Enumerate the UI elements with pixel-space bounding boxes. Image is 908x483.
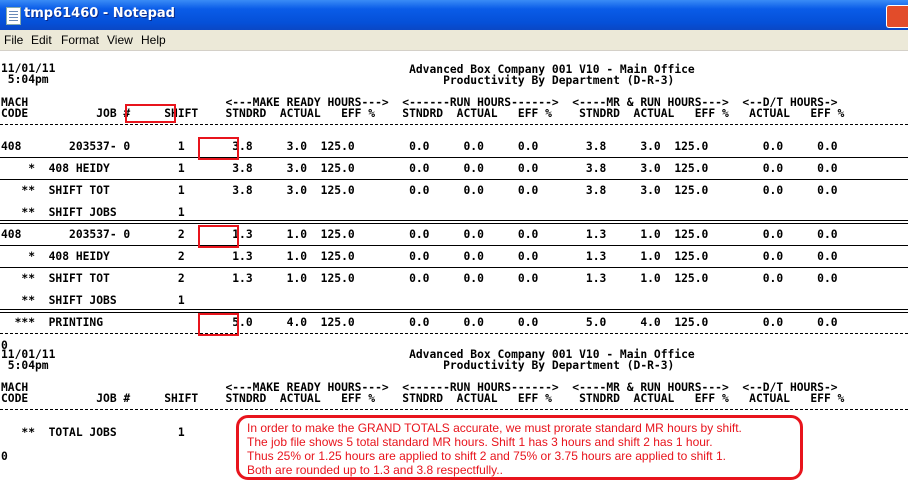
report-row: 408 203537- 0 1 3.8 3.0 125.0 0.0 0.0 0.…: [1, 140, 838, 153]
report-row: * 408 HEIDY 1 3.8 3.0 125.0 0.0 0.0 0.0 …: [1, 162, 838, 175]
report-row: * 408 HEIDY 2 1.3 1.0 125.0 0.0 0.0 0.0 …: [1, 250, 838, 263]
highlight-value-3-8: [198, 137, 239, 160]
menu-view[interactable]: View: [107, 33, 133, 47]
close-button[interactable]: [886, 5, 908, 28]
note-line: Thus 25% or 1.25 hours are applied to sh…: [247, 449, 726, 463]
title-bar[interactable]: tmp61460 - Notepad: [0, 0, 908, 30]
section-divider: [0, 309, 908, 310]
report-row: ** SHIFT JOBS 1: [1, 294, 185, 307]
section-divider: [0, 220, 908, 221]
note-line: In order to make the GRAND TOTALS accura…: [247, 421, 742, 435]
total-divider: [0, 333, 908, 334]
report-header-2b: 5:04pm Productivity By Department (D-R-3…: [1, 359, 675, 372]
highlight-shift-header: [125, 104, 176, 123]
row-divider: [0, 267, 908, 268]
menu-edit[interactable]: Edit: [31, 33, 52, 47]
header-divider: [0, 124, 908, 125]
menu-bar: File Edit Format View Help: [0, 30, 908, 51]
highlight-value-5-0: [198, 313, 239, 336]
row-divider: [0, 179, 908, 180]
report-row: 408 203537- 0 2 1.3 1.0 125.0 0.0 0.0 0.…: [1, 228, 838, 241]
section-divider: [0, 223, 908, 224]
report-row: ** SHIFT TOT 1 3.8 3.0 125.0 0.0 0.0 0.0…: [1, 184, 838, 197]
annotation-note: In order to make the GRAND TOTALS accura…: [236, 415, 803, 480]
report-row: ** SHIFT JOBS 1: [1, 206, 185, 219]
report-row-total: *** PRINTING 5.0 4.0 125.0 0.0 0.0 0.0 5…: [1, 316, 838, 329]
menu-file[interactable]: File: [4, 33, 23, 47]
highlight-value-1-3: [198, 225, 239, 248]
report-subtitle: Productivity By Department (D-R-3): [1, 74, 675, 87]
note-line: Both are rounded up to 1.3 and 3.8 respe…: [247, 463, 503, 477]
menu-format[interactable]: Format: [61, 33, 99, 47]
section-divider: [0, 312, 908, 313]
window-title: tmp61460 - Notepad: [24, 6, 175, 21]
report-row: ** TOTAL JOBS 1: [1, 426, 185, 439]
note-line: The job file shows 5 total standard MR h…: [247, 435, 713, 449]
row-divider: [0, 245, 908, 246]
notepad-icon: [6, 7, 21, 25]
menu-help[interactable]: Help: [141, 33, 166, 47]
row-divider: [0, 157, 908, 158]
header-divider: [0, 409, 908, 410]
column-header-2: CODE JOB # SHIFT STNDRD ACTUAL EFF % STN…: [1, 392, 845, 405]
report-row: ** SHIFT TOT 2 1.3 1.0 125.0 0.0 0.0 0.0…: [1, 272, 838, 285]
form-feed-marker: 0: [1, 450, 8, 463]
